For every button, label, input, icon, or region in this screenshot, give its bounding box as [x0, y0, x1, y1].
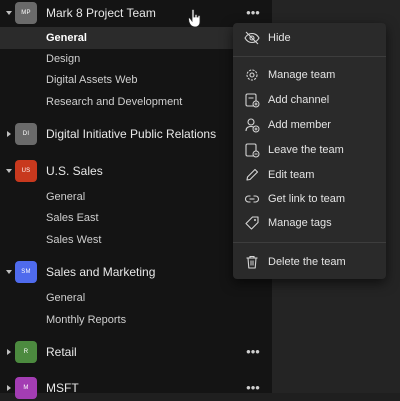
- add-person-icon: [245, 118, 260, 133]
- channel-general[interactable]: General: [0, 27, 272, 49]
- eye-slash-icon: [244, 31, 260, 45]
- leave-icon: [245, 143, 260, 158]
- menu-item-add-member[interactable]: Add member: [233, 113, 386, 137]
- trash-icon: [246, 255, 258, 269]
- menu-item-get-link[interactable]: Get link to team: [233, 187, 386, 211]
- more-options-button[interactable]: •••: [245, 345, 261, 358]
- caret-expanded-icon[interactable]: [5, 167, 13, 175]
- channel-general[interactable]: General: [0, 186, 272, 208]
- channel-label: Sales West: [46, 234, 102, 246]
- channel-general[interactable]: General: [0, 287, 272, 309]
- more-options-button[interactable]: •••: [245, 6, 261, 19]
- channel-sales-west[interactable]: Sales West: [0, 229, 272, 251]
- menu-item-hide[interactable]: Hide: [233, 26, 386, 50]
- menu-item-label: Delete the team: [268, 256, 346, 268]
- menu-item-label: Leave the team: [268, 144, 344, 156]
- team-mark-8-project-team[interactable]: MP Mark 8 Project Team •••: [0, 0, 272, 26]
- menu-item-edit-team[interactable]: Edit team: [233, 163, 386, 187]
- team-name: Sales and Marketing: [46, 265, 156, 279]
- menu-item-label: Get link to team: [268, 193, 346, 205]
- link-icon: [244, 195, 260, 203]
- tag-icon: [245, 216, 259, 230]
- menu-item-label: Manage team: [268, 69, 336, 81]
- team-options-menu: Hide Manage team Add channel Add member …: [233, 23, 386, 279]
- team-avatar: SM: [15, 261, 37, 283]
- caret-collapsed-icon[interactable]: [5, 348, 13, 356]
- channel-label: Sales East: [46, 212, 99, 224]
- channel-label: Monthly Reports: [46, 314, 127, 326]
- channel-label: Digital Assets Web: [46, 74, 138, 86]
- more-options-button[interactable]: •••: [245, 381, 261, 394]
- team-avatar: R: [15, 341, 37, 363]
- menu-item-add-channel[interactable]: Add channel: [233, 88, 386, 112]
- team-retail[interactable]: R Retail •••: [0, 339, 272, 365]
- team-name: Digital Initiative Public Relations: [46, 127, 217, 141]
- team-avatar: US: [15, 160, 37, 182]
- menu-divider: [233, 242, 386, 243]
- team-us-sales[interactable]: US U.S. Sales: [0, 158, 272, 184]
- team-name: Retail: [46, 345, 77, 359]
- channel-label: General: [46, 292, 86, 304]
- team-avatar: M: [15, 377, 37, 399]
- channel-monthly-reports[interactable]: Monthly Reports: [0, 309, 272, 331]
- caret-expanded-icon[interactable]: [5, 268, 13, 276]
- menu-item-label: Hide: [268, 32, 291, 44]
- team-name: U.S. Sales: [46, 164, 103, 178]
- team-avatar: MP: [15, 2, 37, 24]
- pencil-icon: [246, 168, 259, 181]
- team-digital-initiative-public-relations[interactable]: DI Digital Initiative Public Relations: [0, 121, 272, 147]
- channel-sales-east[interactable]: Sales East: [0, 207, 272, 229]
- channel-research-and-development[interactable]: Research and Development: [0, 91, 272, 113]
- menu-divider: [233, 56, 386, 57]
- channel-label: General: [46, 191, 86, 203]
- menu-item-label: Manage tags: [268, 217, 332, 229]
- hand-cursor-icon: [188, 9, 201, 28]
- menu-item-manage-tags[interactable]: Manage tags: [233, 211, 386, 235]
- channel-label: Design: [46, 53, 81, 65]
- channel-label: Research and Development: [46, 96, 183, 108]
- menu-item-leave-team[interactable]: Leave the team: [233, 138, 386, 162]
- teams-sidebar: MP Mark 8 Project Team ••• General Desig…: [0, 0, 272, 399]
- team-avatar: DI: [15, 123, 37, 145]
- channel-design[interactable]: Design: [0, 48, 272, 70]
- menu-item-delete-team[interactable]: Delete the team: [233, 250, 386, 274]
- team-sales-and-marketing[interactable]: SM Sales and Marketing: [0, 259, 272, 285]
- menu-item-manage-team[interactable]: Manage team: [233, 63, 386, 87]
- caret-expanded-icon[interactable]: [5, 9, 13, 17]
- team-msft[interactable]: M MSFT •••: [0, 375, 272, 401]
- menu-item-label: Edit team: [268, 169, 315, 181]
- channel-label: General: [46, 32, 87, 44]
- caret-collapsed-icon[interactable]: [5, 384, 13, 392]
- channel-digital-assets-web[interactable]: Digital Assets Web: [0, 69, 272, 91]
- team-name: Mark 8 Project Team: [46, 6, 156, 20]
- menu-item-label: Add channel: [268, 94, 330, 106]
- caret-collapsed-icon[interactable]: [5, 130, 13, 138]
- add-channel-icon: [245, 93, 260, 108]
- menu-item-label: Add member: [268, 119, 331, 131]
- gear-icon: [246, 69, 258, 81]
